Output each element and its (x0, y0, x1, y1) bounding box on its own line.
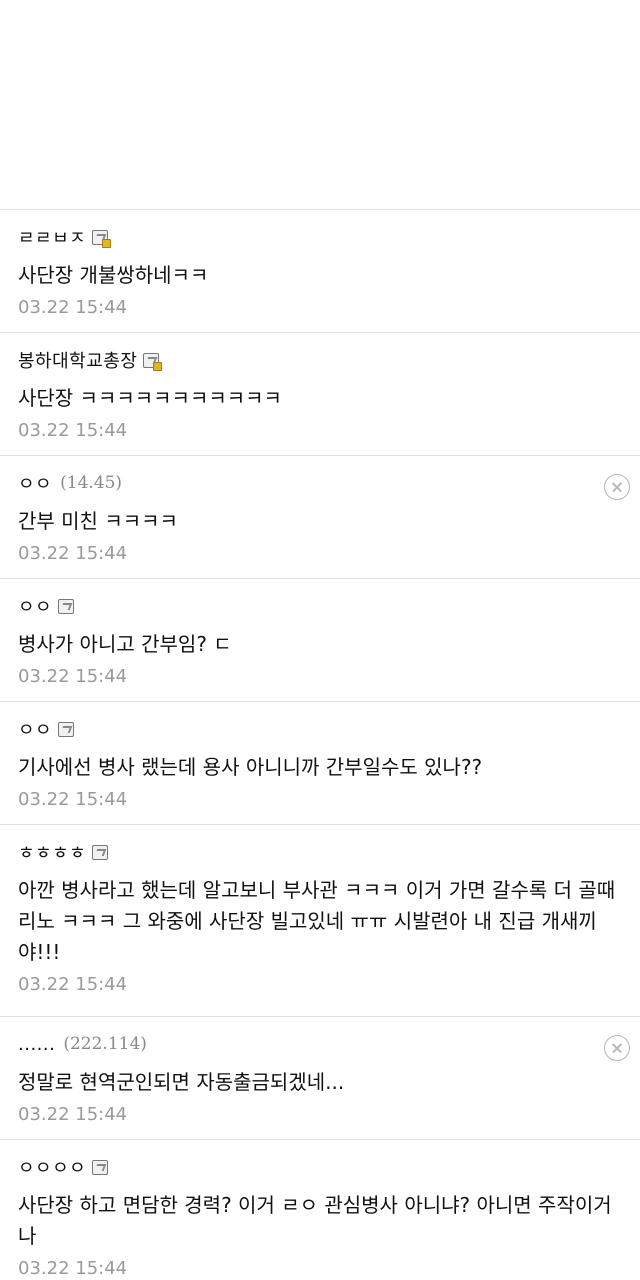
comment-date: 03.22 15:44 (18, 789, 128, 810)
comment-author-line: ㅇㅇ (18, 716, 622, 742)
comment-author-line: ㅇㅇㅇㅇ (18, 1154, 622, 1180)
comment-item: 봉하대학교총장 사단장 ㅋㅋㅋㅋㅋㅋㅋㅋㅋㅋㅋ 03.22 15:44 (0, 333, 640, 456)
comment-date: 03.22 15:44 (18, 543, 128, 564)
comment-author[interactable]: ㅇㅇ (18, 716, 52, 742)
comment-content: 아깐 병사라고 했는데 알고보니 부사관 ㅋㅋㅋ 이거 가면 갈수록 더 골때리… (18, 878, 616, 964)
comment-author[interactable]: ㅇㅇ (18, 593, 52, 619)
comment-item: ㄹㄹㅂㅈ 사단장 개불쌍하네ㅋㅋ 03.22 15:44 (0, 210, 640, 333)
comment-content: 병사가 아니고 간부임? ㄷ (18, 632, 232, 656)
comment-item: ㅇㅇ 기사에선 병사 랬는데 용사 아니니까 간부일수도 있나?? 03.22 … (0, 702, 640, 825)
comment-author-line: ㅇㅇ (14.45) (18, 470, 622, 496)
comment-author[interactable]: 봉하대학교총장 (18, 347, 137, 373)
comment-author[interactable]: ㅇㅇㅇㅇ (18, 1154, 86, 1180)
comment-content: 정말로 현역군인되면 자동출금되겠네... (18, 1070, 345, 1094)
comment-author[interactable]: ㅇㅇ (18, 470, 52, 496)
member-badge-icon (58, 598, 75, 614)
comment-date: 03.22 15:44 (18, 297, 128, 318)
comment-content: 사단장 ㅋㅋㅋㅋㅋㅋㅋㅋㅋㅋㅋ (18, 386, 282, 410)
comment-content: 기사에선 병사 랬는데 용사 아니니까 간부일수도 있나?? (18, 755, 483, 779)
comment-item: ㅇㅇ 병사가 아니고 간부임? ㄷ 03.22 15:44 (0, 579, 640, 702)
delete-comment-button[interactable] (604, 1035, 630, 1061)
comment-date: 03.22 15:44 (18, 666, 128, 687)
comment-author[interactable]: ㄹㄹㅂㅈ (18, 224, 86, 250)
member-badge-icon (92, 844, 109, 860)
comment-author-line: ...... (222.114) (18, 1031, 622, 1057)
gold-member-badge-icon (143, 352, 163, 371)
comment-date: 03.22 15:44 (18, 1104, 128, 1125)
comment-author[interactable]: ...... (18, 1034, 55, 1055)
comment-author-line: ㄹㄹㅂㅈ (18, 224, 622, 250)
comment-author-line: ㅎㅎㅎㅎ (18, 839, 622, 865)
comment-date: 03.22 15:44 (18, 420, 128, 441)
comment-item: ...... (222.114) 정말로 현역군인되면 자동출금되겠네... 0… (0, 1017, 640, 1140)
comment-content: 간부 미친 ㅋㅋㅋㅋ (18, 509, 178, 533)
comment-date: 03.22 15:44 (18, 1258, 128, 1279)
comment-ip: (222.114) (63, 1034, 147, 1054)
member-badge-icon (92, 1159, 109, 1175)
gold-member-badge-icon (92, 229, 112, 248)
comment-author[interactable]: ㅎㅎㅎㅎ (18, 839, 86, 865)
top-blank-area (0, 0, 640, 210)
comment-item: ㅎㅎㅎㅎ 아깐 병사라고 했는데 알고보니 부사관 ㅋㅋㅋ 이거 가면 갈수록 … (0, 825, 640, 1017)
delete-comment-button[interactable] (604, 474, 630, 500)
comment-author-line: 봉하대학교총장 (18, 347, 622, 373)
comment-content: 사단장 개불쌍하네ㅋㅋ (18, 263, 209, 287)
comment-ip: (14.45) (60, 473, 123, 493)
comment-date: 03.22 15:44 (18, 974, 128, 995)
comment-item: ㅇㅇㅇㅇ 사단장 하고 면담한 경력? 이거 ㄹㅇ 관심병사 아니냐? 아니면 … (0, 1140, 640, 1280)
comment-item: ㅇㅇ (14.45) 간부 미친 ㅋㅋㅋㅋ 03.22 15:44 (0, 456, 640, 579)
comment-page: ㄹㄹㅂㅈ 사단장 개불쌍하네ㅋㅋ 03.22 15:44 봉하대학교총장 사단장… (0, 0, 640, 1280)
comment-author-line: ㅇㅇ (18, 593, 622, 619)
comment-content: 사단장 하고 면담한 경력? 이거 ㄹㅇ 관심병사 아니냐? 아니면 주작이거나 (18, 1193, 612, 1248)
member-badge-icon (58, 721, 75, 737)
